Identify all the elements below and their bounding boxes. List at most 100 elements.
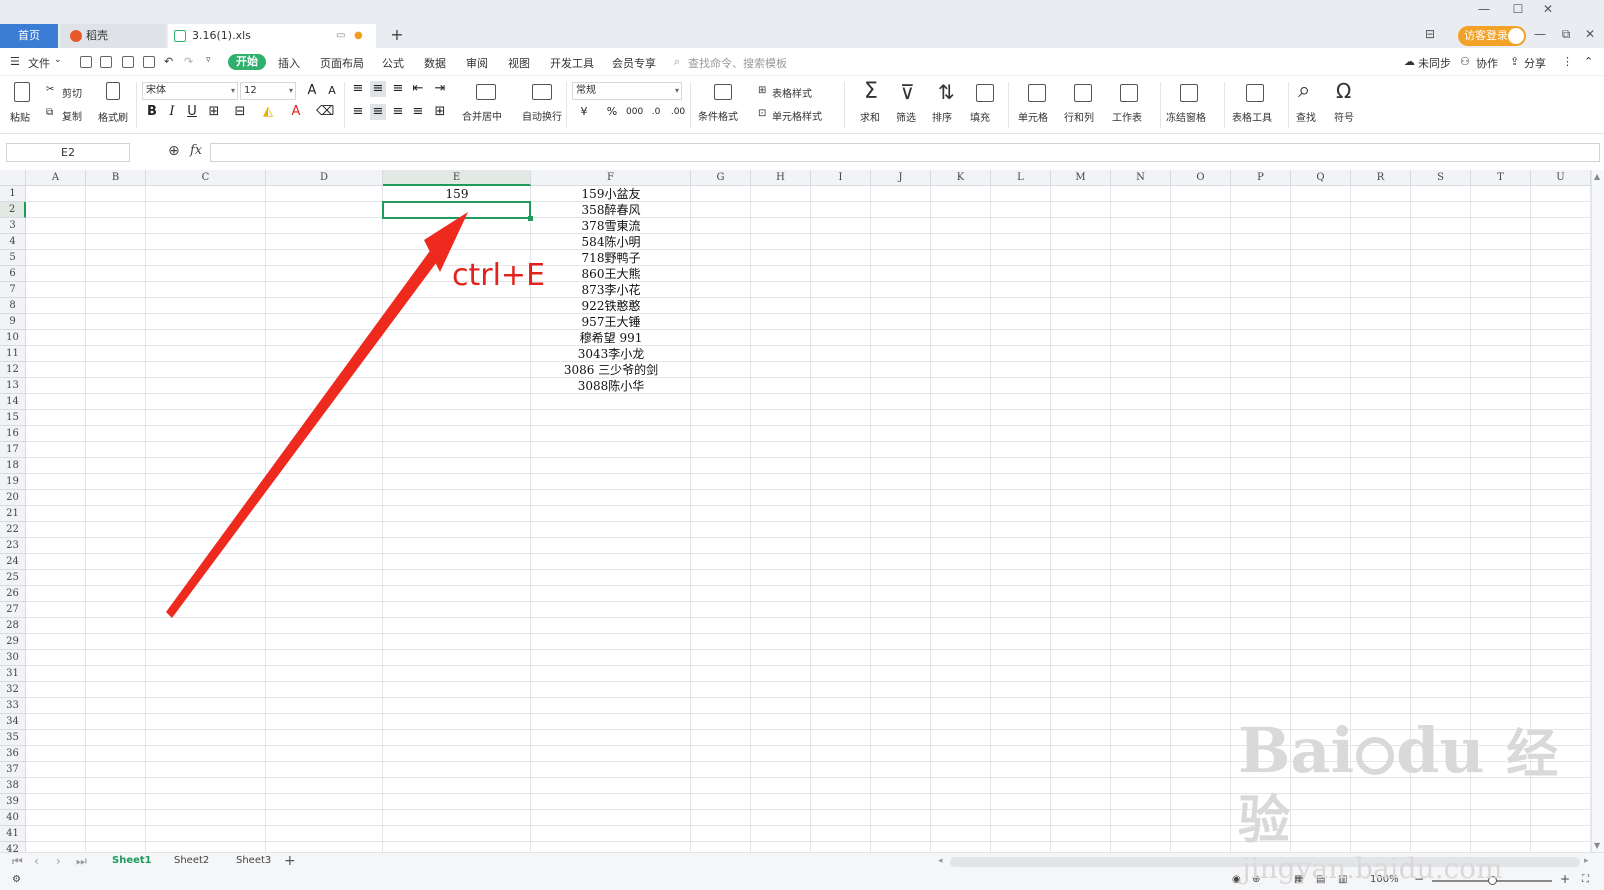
sheet-tab-3[interactable]: Sheet3 <box>236 855 271 866</box>
add-sheet-button[interactable]: + <box>284 853 296 869</box>
indent-increase-icon[interactable]: ⇥ <box>432 81 448 97</box>
table-style-button[interactable]: 表格样式 <box>772 85 812 100</box>
cell-f3[interactable]: 378雪東流 <box>531 218 691 234</box>
column-header-h[interactable]: H <box>751 170 811 186</box>
copy-button[interactable]: 复制 <box>62 108 82 123</box>
cell-f11[interactable]: 3043李小龙 <box>531 346 691 362</box>
row-header-20[interactable]: 20 <box>0 490 26 506</box>
row-header-1[interactable]: 1 <box>0 186 26 202</box>
row-header-26[interactable]: 26 <box>0 586 26 602</box>
restore-doc-button[interactable]: ⧉ <box>1556 27 1576 45</box>
column-header-s[interactable]: S <box>1411 170 1471 186</box>
menu-dev-tools[interactable]: 开发工具 <box>550 55 594 71</box>
font-size-select[interactable]: 12 ▾ <box>240 82 296 100</box>
row-header-30[interactable]: 30 <box>0 650 26 666</box>
tab-daoke[interactable]: 稻壳 <box>60 24 166 48</box>
row-header-5[interactable]: 5 <box>0 250 26 266</box>
align-top-icon[interactable]: ≡ <box>350 81 366 97</box>
undo-icon[interactable]: ↶ <box>164 55 173 68</box>
row-header-35[interactable]: 35 <box>0 730 26 746</box>
row-header-3[interactable]: 3 <box>0 218 26 234</box>
indent-decrease-icon[interactable]: ⇤ <box>410 81 426 97</box>
thousands-icon[interactable]: 000 <box>626 104 643 120</box>
row-header-2[interactable]: 2 <box>0 202 26 218</box>
row-header-41[interactable]: 41 <box>0 826 26 842</box>
collab-button[interactable]: 协作 <box>1476 55 1498 71</box>
menu-file[interactable]: 文件 <box>28 55 50 71</box>
column-header-k[interactable]: K <box>931 170 991 186</box>
row-header-29[interactable]: 29 <box>0 634 26 650</box>
cell-e1[interactable]: 159 <box>383 186 531 202</box>
sheet-tab-2[interactable]: Sheet2 <box>174 855 209 866</box>
row-header-18[interactable]: 18 <box>0 458 26 474</box>
row-header-34[interactable]: 34 <box>0 714 26 730</box>
next-sheet-icon[interactable]: › <box>56 854 61 868</box>
column-header-c[interactable]: C <box>146 170 266 186</box>
format-painter-button[interactable]: 格式刷 <box>98 109 128 124</box>
row-header-22[interactable]: 22 <box>0 522 26 538</box>
layout-icon[interactable]: ⊟ <box>1420 27 1440 45</box>
row-header-27[interactable]: 27 <box>0 602 26 618</box>
column-header-j[interactable]: J <box>871 170 931 186</box>
fill-button[interactable]: 填充 <box>970 109 990 124</box>
row-header-19[interactable]: 19 <box>0 474 26 490</box>
tab-home[interactable]: 首页 <box>0 24 58 48</box>
share-button[interactable]: 分享 <box>1524 55 1546 71</box>
scroll-left-icon[interactable]: ◂ <box>938 856 943 866</box>
row-header-9[interactable]: 9 <box>0 314 26 330</box>
table-tools-button[interactable]: 表格工具 <box>1232 109 1272 124</box>
paste-button[interactable]: 粘贴 <box>10 109 30 124</box>
close-button[interactable]: ✕ <box>1538 2 1558 20</box>
row-header-13[interactable]: 13 <box>0 378 26 394</box>
minimize-doc-button[interactable]: — <box>1530 27 1550 45</box>
row-header-12[interactable]: 12 <box>0 362 26 378</box>
column-header-q[interactable]: Q <box>1291 170 1351 186</box>
row-header-8[interactable]: 8 <box>0 298 26 314</box>
column-header-t[interactable]: T <box>1471 170 1531 186</box>
export-icon[interactable] <box>100 56 112 68</box>
row-header-24[interactable]: 24 <box>0 554 26 570</box>
cell-f10[interactable]: 穆希望 991 <box>531 330 691 346</box>
cell-f8[interactable]: 922铁憨憨 <box>531 298 691 314</box>
cell-f2[interactable]: 358醉春风 <box>531 202 691 218</box>
border-icon[interactable]: ⊞ <box>206 104 222 120</box>
currency-icon[interactable]: ¥ <box>576 104 592 120</box>
customize-icon[interactable]: ▿ <box>206 55 211 65</box>
sheet-tab-1[interactable]: Sheet1 <box>112 855 152 866</box>
row-header-37[interactable]: 37 <box>0 762 26 778</box>
cell-f6[interactable]: 860王大熊 <box>531 266 691 282</box>
font-color-icon[interactable]: A <box>288 104 304 120</box>
redo-icon[interactable]: ↷ <box>184 55 193 68</box>
menu-insert[interactable]: 插入 <box>278 55 300 71</box>
cell-f7[interactable]: 873李小花 <box>531 282 691 298</box>
row-header-21[interactable]: 21 <box>0 506 26 522</box>
column-header-g[interactable]: G <box>691 170 751 186</box>
align-right-icon[interactable]: ≡ <box>390 104 406 120</box>
row-header-16[interactable]: 16 <box>0 426 26 442</box>
align-center-icon[interactable]: ≡ <box>370 104 386 120</box>
row-header-32[interactable]: 32 <box>0 682 26 698</box>
cell-f1[interactable]: 159小盆友 <box>531 186 691 202</box>
unsync-button[interactable]: 未同步 <box>1418 55 1451 71</box>
font-grow-icon[interactable]: A <box>304 83 320 99</box>
underline-button[interactable]: U <box>184 104 200 120</box>
menu-member[interactable]: 会员专享 <box>612 55 656 71</box>
hamburger-icon[interactable]: ☰ <box>10 55 20 68</box>
fill-color-icon[interactable]: ◭ <box>260 104 276 120</box>
decimal-increase-icon[interactable]: .0 <box>648 104 664 120</box>
menu-review[interactable]: 审阅 <box>466 55 488 71</box>
scroll-up-icon[interactable]: ▲ <box>1594 172 1600 181</box>
wrap-text-button[interactable]: 自动换行 <box>522 108 562 123</box>
row-header-33[interactable]: 33 <box>0 698 26 714</box>
column-header-n[interactable]: N <box>1111 170 1171 186</box>
sort-button[interactable]: 排序 <box>932 109 952 124</box>
cell-f4[interactable]: 584陈小明 <box>531 234 691 250</box>
row-header-23[interactable]: 23 <box>0 538 26 554</box>
column-header-r[interactable]: R <box>1351 170 1411 186</box>
italic-button[interactable]: I <box>164 104 180 120</box>
menu-data[interactable]: 数据 <box>424 55 446 71</box>
column-header-f[interactable]: F <box>531 170 691 186</box>
select-all-corner[interactable] <box>0 170 26 186</box>
decimal-decrease-icon[interactable]: .00 <box>670 104 686 120</box>
percent-icon[interactable]: % <box>604 104 620 120</box>
